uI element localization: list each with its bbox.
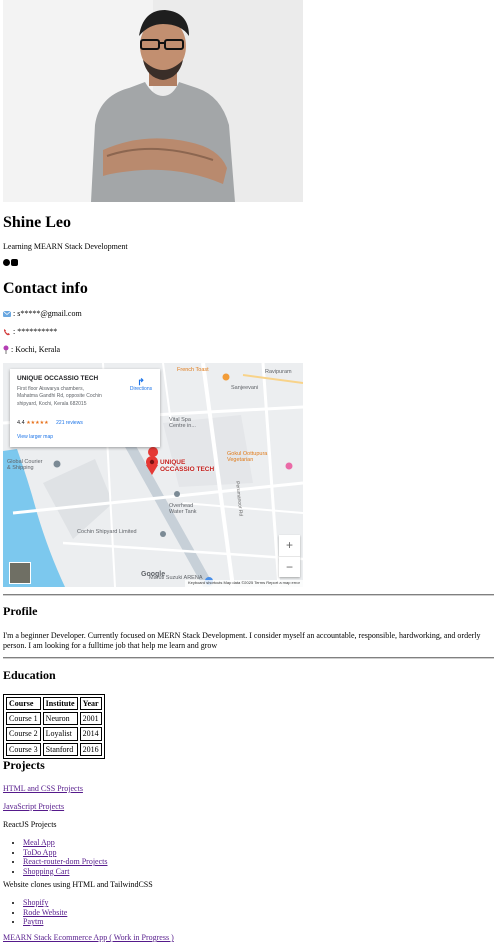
profile-tagline: Learning MEARN Stack Development (3, 242, 128, 251)
table-cell: 2016 (79, 742, 102, 756)
phone-text: : ********** (13, 327, 58, 336)
map-reviews-link[interactable]: 221 reviews (56, 420, 83, 426)
table-header-row: Course Institute Year (6, 697, 102, 711)
section-divider (3, 657, 494, 659)
table-cell: 2014 (79, 727, 102, 741)
paytm-link[interactable]: Paytm (23, 917, 43, 926)
website-clones-list: Shopify Rode Website Paytm (3, 898, 67, 927)
github-icon[interactable] (3, 259, 10, 266)
table-header: Institute (42, 697, 78, 711)
email-text: : s*****@gmail.com (13, 309, 82, 318)
mearn-ecommerce-link[interactable]: MEARN Stack Ecommerce App ( Work in Prog… (3, 933, 174, 942)
map-footer[interactable]: Keyboard shortcuts Map data ©2025 Terms … (184, 580, 303, 587)
reactjs-projects-heading: ReactJS Projects (3, 820, 57, 829)
table-cell: Neuron (42, 712, 78, 726)
map-place-sanjeevani: Sanjeevani (231, 385, 259, 391)
map-rating-value: 4.4 (17, 420, 25, 426)
contact-email: : s*****@gmail.com (3, 309, 82, 318)
social-links (3, 259, 18, 266)
zoom-out-button[interactable]: − (279, 556, 300, 578)
phone-icon (3, 328, 10, 335)
email-icon (3, 310, 11, 317)
list-item: Shopping Cart (23, 867, 107, 877)
zoom-in-button[interactable]: + (279, 535, 300, 556)
directions-label: Directions (129, 386, 153, 393)
table-cell: Course 2 (6, 727, 41, 741)
table-cell: 2001 (79, 712, 102, 726)
map-satellite-toggle[interactable] (9, 562, 31, 584)
map-place-gokul: Gokul Oottupura Vegetarian (227, 451, 268, 464)
map-place-cochin-shipyard: Cochin Shipyard Limited (77, 529, 137, 535)
star-rating-icon: ★★★★★ (26, 420, 49, 426)
location-pin-icon (3, 345, 9, 355)
map-place-address: First floor Aiswarya chambers, Mahatma G… (17, 386, 102, 407)
table-cell: Course 1 (6, 712, 41, 726)
javascript-projects-link[interactable]: JavaScript Projects (3, 802, 64, 811)
list-item: ToDo App (23, 848, 107, 858)
table-cell: Loyalist (42, 727, 78, 741)
profile-description: I'm a beginner Developer. Currently focu… (3, 631, 481, 650)
shopify-link[interactable]: Shopify (23, 898, 48, 907)
contact-location: : Kochi, Kerala (3, 345, 61, 355)
google-logo: Google (141, 571, 166, 578)
map-zoom-controls: + − (279, 535, 300, 577)
table-row: Course 3 Stanford 2016 (6, 742, 102, 756)
projects-section-title: Projects (3, 758, 45, 772)
table-cell: Course 3 (6, 742, 41, 756)
view-larger-map-link[interactable]: View larger map (17, 434, 53, 441)
embedded-map[interactable]: French Toast Ravipuram Sanjeevani Vital … (3, 363, 303, 587)
linkedin-icon[interactable] (11, 259, 18, 266)
contact-phone: : ********** (3, 327, 57, 336)
react-router-dom-projects-link[interactable]: React-router-dom Projects (23, 857, 107, 866)
list-item: React-router-dom Projects (23, 857, 107, 867)
profile-name: Shine Leo (3, 214, 72, 231)
table-header: Year (79, 697, 102, 711)
section-divider (3, 594, 494, 596)
education-table: Course Institute Year Course 1 Neuron 20… (3, 694, 105, 759)
html-css-projects-link[interactable]: HTML and CSS Projects (3, 784, 83, 793)
table-header: Course (6, 697, 41, 711)
contact-info-title: Contact info (3, 280, 88, 297)
directions-button[interactable]: ↱ Directions (126, 377, 156, 393)
reactjs-project-list: Meal App ToDo App React-router-dom Proje… (3, 838, 107, 876)
profile-photo (3, 0, 303, 202)
map-rating: 4.4 ★★★★★ 221 reviews (17, 420, 83, 427)
map-place-overhead: Overhead Water Tank (169, 503, 197, 516)
map-place-vital-spa: Vital Spa Centre in... (169, 417, 196, 430)
profile-section-title: Profile (3, 604, 38, 618)
meal-app-link[interactable]: Meal App (23, 838, 55, 847)
table-row: Course 1 Neuron 2001 (6, 712, 102, 726)
table-row: Course 2 Loyalist 2014 (6, 727, 102, 741)
list-item: Paytm (23, 917, 67, 927)
map-place-ravipuram: Ravipuram (265, 369, 292, 375)
rode-website-link[interactable]: Rode Website (23, 908, 67, 917)
list-item: Rode Website (23, 908, 67, 918)
table-cell: Stanford (42, 742, 78, 756)
list-item: Meal App (23, 838, 107, 848)
map-place-french-toast: French Toast (177, 367, 209, 373)
map-info-card: UNIQUE OCCASSIO TECH First floor Aiswary… (10, 369, 160, 447)
list-item: Shopify (23, 898, 67, 908)
location-text: : Kochi, Kerala (11, 345, 61, 354)
todo-app-link[interactable]: ToDo App (23, 848, 56, 857)
education-section-title: Education (3, 668, 56, 682)
shopping-cart-link[interactable]: Shopping Cart (23, 867, 69, 876)
map-place-title: UNIQUE OCCASSIO TECH (17, 375, 99, 382)
map-place-courier: Global Courier & Shipping (7, 459, 43, 472)
map-pin-label: UNIQUE OCCASSIO TECH (160, 459, 215, 473)
website-clones-heading: Website clones using HTML and TailwindCS… (3, 880, 153, 889)
